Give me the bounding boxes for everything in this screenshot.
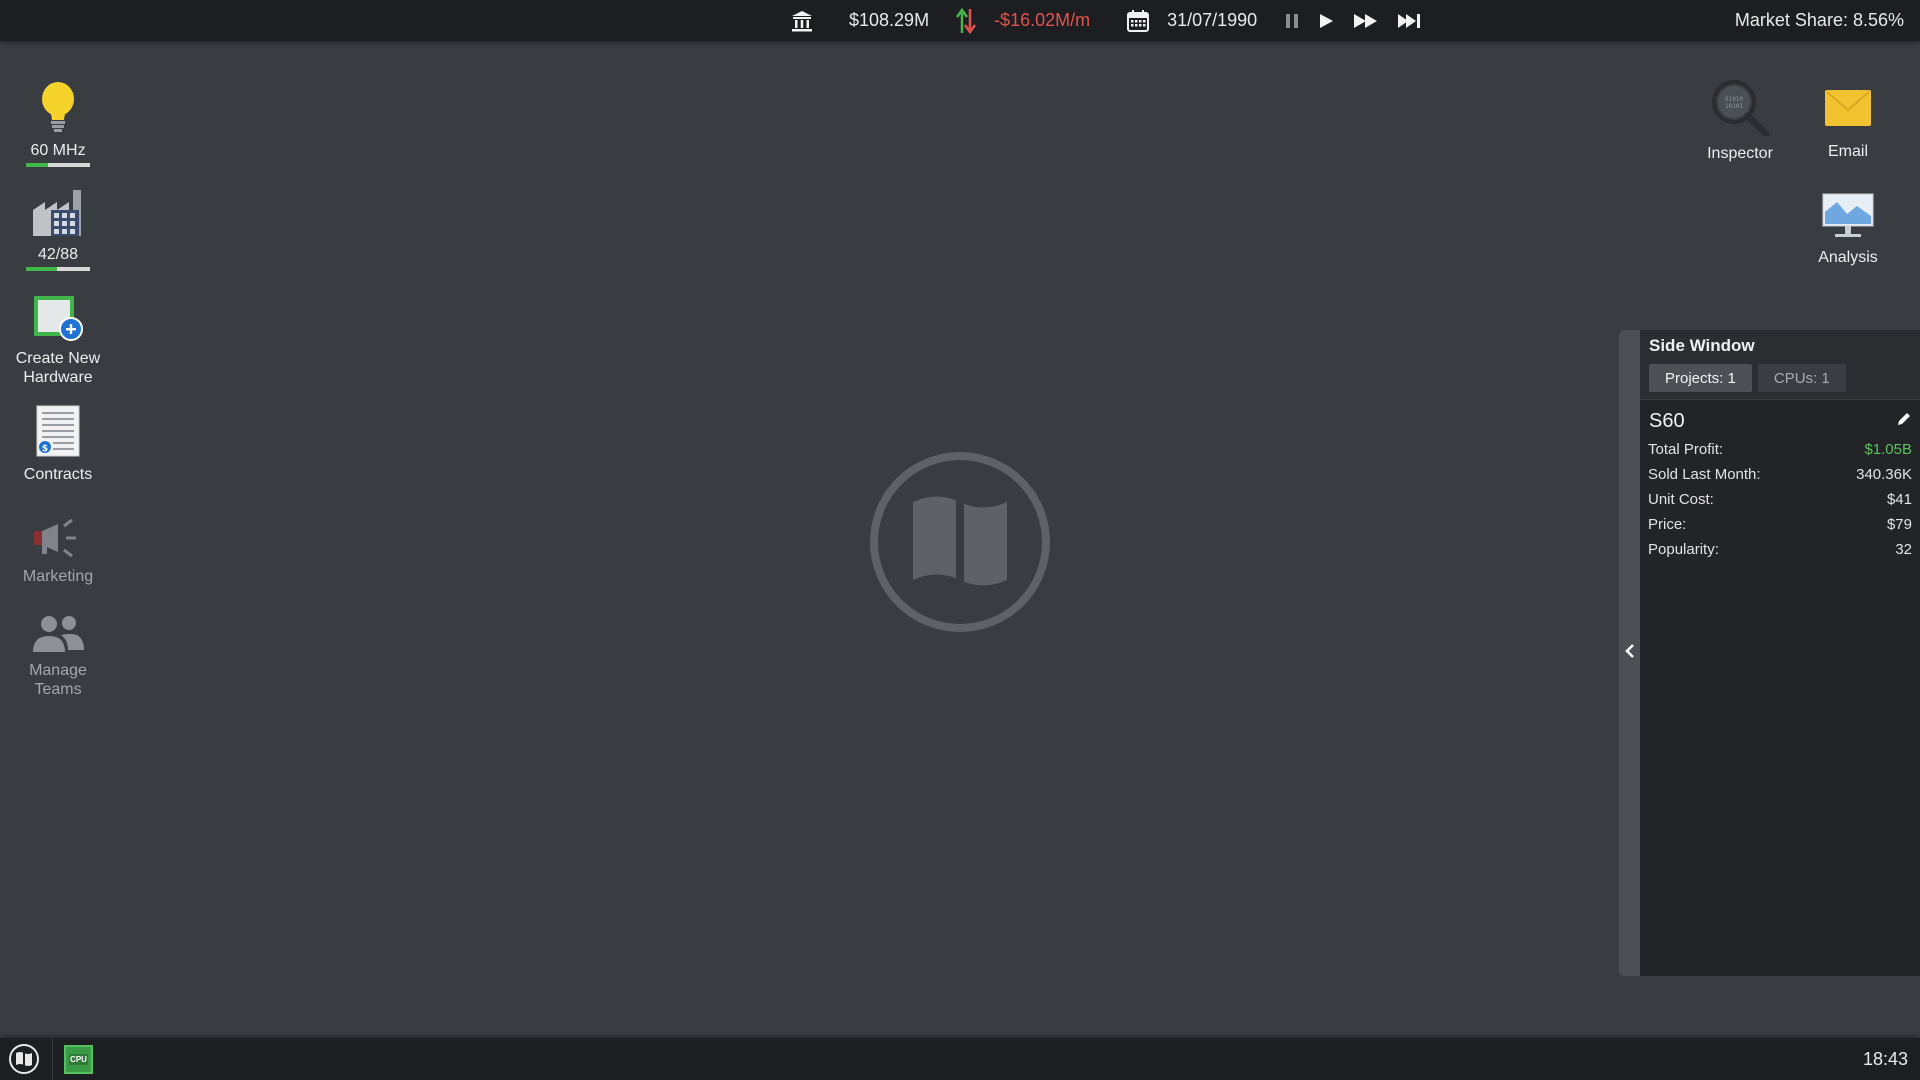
taskbar: CPU 18:43 <box>0 1038 1920 1080</box>
funds-value: $108.29M <box>849 10 930 30</box>
side-window-header: Side Window Projects: 1 CPUs: 1 <box>1640 330 1920 400</box>
factory-capacity-progress <box>26 267 90 271</box>
inspector-button[interactable]: 01010 10101 Inspector <box>1695 78 1785 163</box>
start-logo-icon <box>9 1044 39 1074</box>
cashflow-arrows-icon <box>956 7 977 35</box>
side-window-tabs: Projects: 1 CPUs: 1 <box>1649 364 1920 392</box>
stat-value: 32 <box>1895 541 1912 558</box>
create-new-hardware-label: Create New Hardware <box>15 350 101 386</box>
megaphone-icon <box>32 516 84 565</box>
tab-projects[interactable]: Projects: 1 <box>1649 364 1752 392</box>
stat-value: $1.05B <box>1864 441 1912 458</box>
fast-forward-icon[interactable] <box>1353 12 1379 30</box>
contracts-button[interactable]: $ Contracts <box>2 404 114 484</box>
svg-text:$: $ <box>42 444 48 454</box>
contracts-icon: $ <box>33 404 83 463</box>
clock: 18:43 <box>1862 1048 1908 1069</box>
project-name: S60 <box>1649 410 1685 432</box>
status-group: $108.29M -$16.02M/m 31/07/1990 <box>790 0 1423 41</box>
cpu-speed-progress <box>26 163 90 167</box>
marketing-button[interactable]: Marketing <box>2 516 114 586</box>
stat-label: Price: <box>1648 516 1687 533</box>
magnifier-icon: 01010 10101 <box>1710 78 1770 141</box>
play-icon[interactable] <box>1317 12 1335 30</box>
email-button[interactable]: Email <box>1803 88 1893 161</box>
side-window-body: Side Window Projects: 1 CPUs: 1 S60 Tota… <box>1640 330 1920 976</box>
stat-popularity: Popularity: 32 <box>1640 537 1920 562</box>
tab-cpus[interactable]: CPUs: 1 <box>1757 364 1846 392</box>
top-bar: $108.29M -$16.02M/m 31/07/1990 Market Sh… <box>0 0 1920 41</box>
taskbar-cpu-app[interactable]: CPU <box>64 1045 93 1074</box>
fastest-forward-icon[interactable] <box>1397 12 1423 30</box>
factory-capacity-button[interactable]: 42/88 <box>2 188 114 271</box>
stat-sold-last-month: Sold Last Month: 340.36K <box>1640 462 1920 487</box>
project-header: S60 <box>1640 400 1920 433</box>
svg-text:10101: 10101 <box>1725 103 1743 110</box>
contracts-label: Contracts <box>23 466 93 483</box>
stat-label: Popularity: <box>1648 541 1719 558</box>
inspector-label: Inspector <box>1707 145 1773 162</box>
stat-label: Unit Cost: <box>1648 491 1714 508</box>
bank-icon[interactable] <box>790 9 814 33</box>
cpu-speed-icon-button[interactable]: 60 MHz <box>2 80 114 167</box>
chevron-left-icon <box>1624 643 1636 664</box>
factory-capacity-progress-fill <box>26 267 57 271</box>
pause-icon[interactable] <box>1283 12 1301 30</box>
stat-label: Total Profit: <box>1648 441 1724 458</box>
analysis-button[interactable]: Analysis <box>1803 192 1893 267</box>
lightbulb-icon <box>38 80 78 139</box>
calendar-icon[interactable] <box>1126 9 1150 33</box>
create-new-hardware-button[interactable]: Create New Hardware <box>2 296 114 387</box>
cpu-speed-label: 60 MHz <box>30 142 86 159</box>
stat-value: $41 <box>1886 491 1912 508</box>
factory-icon <box>31 188 85 243</box>
start-button[interactable] <box>8 1043 40 1075</box>
desktop-logo <box>867 449 1053 635</box>
stat-price: Price: $79 <box>1640 512 1920 537</box>
marketing-label: Marketing <box>22 568 94 585</box>
stat-value: 340.36K <box>1856 466 1912 483</box>
stat-total-profit: Total Profit: $1.05B <box>1640 437 1920 462</box>
date-value: 31/07/1990 <box>1167 10 1258 30</box>
stat-label: Sold Last Month: <box>1648 466 1761 483</box>
market-share: Market Share: 8.56% <box>1734 10 1904 30</box>
create-hardware-icon <box>33 296 83 347</box>
people-icon <box>30 614 86 659</box>
email-label: Email <box>1827 143 1868 160</box>
cpu-chip-icon: CPU <box>69 1054 88 1065</box>
factory-capacity-label: 42/88 <box>37 246 79 263</box>
svg-text:01010: 01010 <box>1725 96 1743 103</box>
manage-teams-label: Manage Teams <box>29 662 87 698</box>
side-window-collapse-handle[interactable] <box>1619 330 1640 976</box>
envelope-icon <box>1823 88 1873 133</box>
stat-value: $79 <box>1886 516 1912 533</box>
side-window: Side Window Projects: 1 CPUs: 1 S60 Tota… <box>1619 330 1920 976</box>
side-window-title: Side Window <box>1649 336 1755 355</box>
cashflow-value: -$16.02M/m <box>994 10 1091 30</box>
analysis-label: Analysis <box>1818 249 1878 266</box>
taskbar-separator <box>52 1038 53 1080</box>
edit-pencil-icon[interactable] <box>1896 411 1912 432</box>
manage-teams-button[interactable]: Manage Teams <box>2 614 114 699</box>
stat-unit-cost: Unit Cost: $41 <box>1640 487 1920 512</box>
monitor-chart-icon <box>1821 192 1875 245</box>
cpu-speed-progress-fill <box>26 163 49 167</box>
